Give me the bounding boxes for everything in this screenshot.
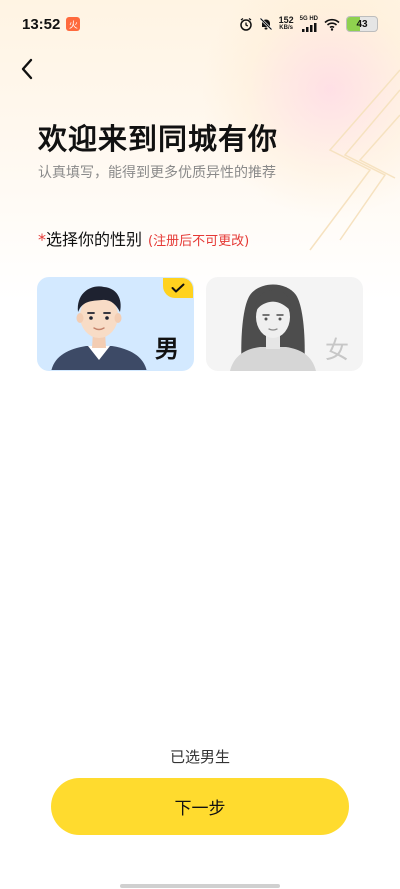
next-step-button[interactable]: 下一步: [51, 778, 349, 835]
check-icon: [171, 283, 185, 293]
next-step-label: 下一步: [174, 799, 226, 818]
battery-indicator: 43: [346, 16, 378, 32]
cellular-signal: 5G HD: [300, 16, 318, 32]
gender-option-female[interactable]: 女: [206, 277, 363, 371]
signal-bars-icon: [302, 23, 317, 32]
page-title: 欢迎来到同城有你: [38, 122, 279, 156]
status-time: 13:52: [22, 15, 61, 33]
gender-section-label: * 选择你的性别 (注册后不可更改): [38, 226, 249, 250]
mute-bell-icon: [259, 17, 273, 31]
male-option-label: 男: [155, 335, 179, 363]
female-avatar-illustration: [230, 284, 316, 371]
gender-label-text: 选择你的性别: [46, 230, 143, 249]
page-subtitle: 认真填写，能得到更多优质异性的推荐: [38, 165, 276, 181]
back-button[interactable]: [12, 54, 42, 84]
home-indicator[interactable]: [120, 884, 280, 888]
status-bar: 13:52 火 152 KB/s 5G HD 43: [0, 0, 400, 48]
required-mark: *: [38, 230, 46, 249]
male-avatar-illustration: [51, 286, 147, 370]
selected-gender-text: 已选男生: [169, 748, 230, 766]
wifi-icon: [324, 18, 340, 31]
network-speed: 152 KB/s: [278, 15, 294, 32]
selected-check-badge: [163, 278, 193, 298]
female-option-label: 女: [325, 336, 349, 364]
chevron-left-icon: [21, 58, 33, 80]
decorative-lines: [309, 69, 400, 251]
alarm-icon: [239, 17, 252, 31]
gender-option-male[interactable]: 男: [37, 277, 194, 371]
notification-app-icon: 火: [66, 17, 81, 31]
gender-note: (注册后不可更改): [148, 234, 250, 249]
